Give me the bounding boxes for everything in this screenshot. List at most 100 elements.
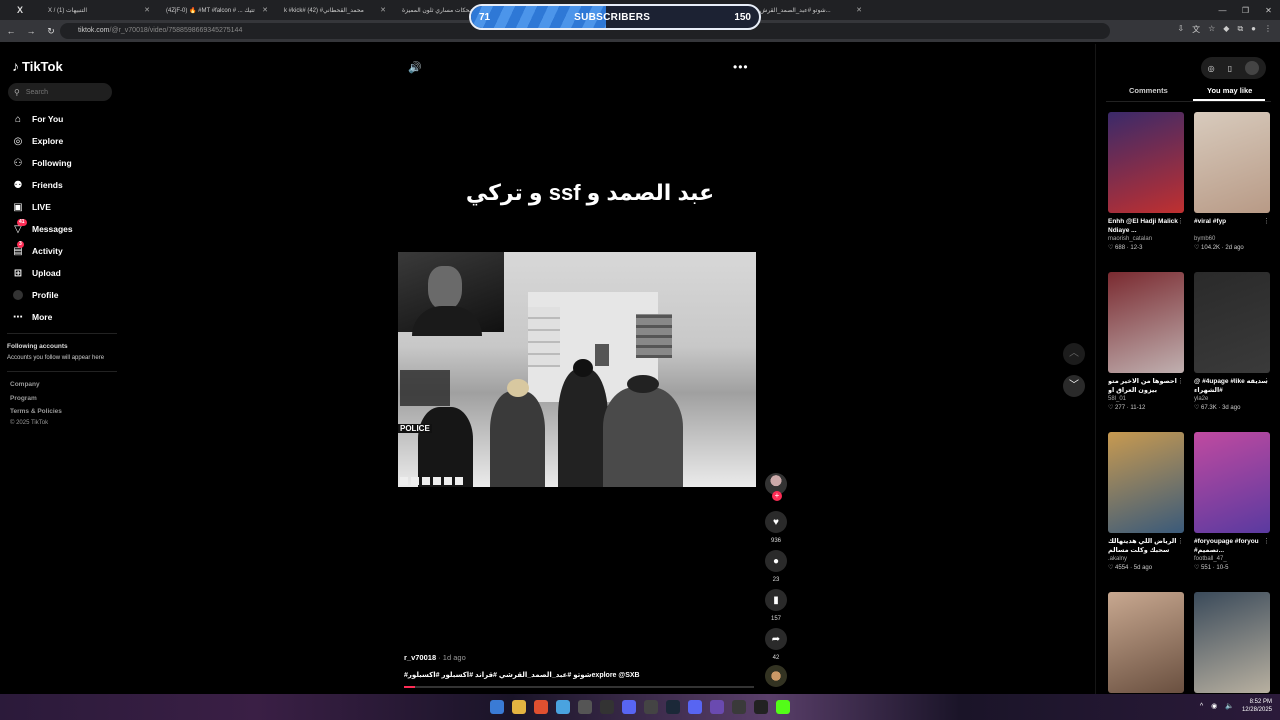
video-thumbnail[interactable]	[1108, 272, 1184, 373]
maximize-icon[interactable]: ❐	[1234, 6, 1257, 15]
recommended-video-card[interactable]: الرياض اللي هديتهالك سحبك وكلت مسالم .aka…	[1108, 432, 1184, 571]
next-video-button[interactable]: ﹀	[1063, 375, 1085, 397]
close-icon[interactable]: ✕	[856, 6, 862, 14]
sidebar-item-upload[interactable]: ⊞ Upload	[12, 266, 112, 280]
close-window-icon[interactable]: ✕	[1257, 6, 1280, 15]
footer-link-program[interactable]: Program	[10, 395, 37, 402]
sidebar-item-profile[interactable]: Profile	[12, 288, 112, 302]
minimize-icon[interactable]: —	[1211, 6, 1234, 15]
sidebar-item-friends[interactable]: ⚉ Friends	[12, 178, 112, 192]
video-thumbnail[interactable]	[1194, 272, 1270, 373]
tab-you-may-like[interactable]: You may like	[1207, 86, 1252, 95]
volume-tray-icon[interactable]: 🔈	[1225, 702, 1234, 710]
tiktok-logo[interactable]: ♪ TikTok	[12, 58, 63, 74]
close-icon[interactable]: ✕	[380, 6, 386, 14]
app-icon[interactable]	[710, 700, 724, 714]
sidebar-item-for-you[interactable]: ⌂ For You	[12, 112, 112, 126]
extension-icon[interactable]: ◆	[1223, 24, 1229, 35]
sidebar-item-messages[interactable]: ▽ 41 Messages	[12, 219, 112, 236]
tab-tiktok-active[interactable]: شوتو #عبد_الصمد_القرش... ✕	[752, 0, 870, 20]
video-thumbnail[interactable]	[1108, 112, 1184, 213]
app-icon[interactable]	[688, 700, 702, 714]
card-user[interactable]: yla2e	[1194, 396, 1270, 402]
video-thumbnail[interactable]	[1194, 432, 1270, 533]
back-icon[interactable]: ←	[6, 26, 16, 36]
more-options-icon[interactable]: •••	[733, 60, 749, 74]
app-icon[interactable]	[534, 700, 548, 714]
card-user[interactable]: .akalny	[1108, 556, 1184, 562]
comment-button[interactable]: ● 23	[763, 550, 789, 583]
kick-icon[interactable]	[776, 700, 790, 714]
search-input[interactable]: ⚲ Search	[8, 83, 112, 101]
phone-icon[interactable]: ▯	[1228, 64, 1232, 73]
windows-start-icon[interactable]	[490, 700, 504, 714]
card-more-icon[interactable]: ⋮	[1177, 377, 1184, 385]
sidebar-item-following[interactable]: ⚇ Following	[12, 156, 112, 170]
save-button[interactable]: ▮ 157	[763, 589, 789, 622]
video-player[interactable]: POLICE	[398, 252, 756, 487]
card-more-icon[interactable]: ⋮	[1263, 377, 1270, 385]
footer-link-terms[interactable]: Terms & Policies	[10, 408, 62, 415]
file-explorer-icon[interactable]	[512, 700, 526, 714]
profile-avatar-icon[interactable]: ●	[1251, 24, 1256, 35]
tab-x[interactable]: X	[0, 0, 40, 20]
discord-icon[interactable]	[622, 700, 636, 714]
sidebar-item-explore[interactable]: ◎ Explore	[12, 134, 112, 148]
footer-link-company[interactable]: Company	[10, 381, 40, 388]
card-more-icon[interactable]: ⋮	[1177, 217, 1184, 225]
user-avatar-icon[interactable]	[1245, 61, 1260, 75]
card-more-icon[interactable]: ⋮	[1177, 537, 1184, 545]
puzzle-icon[interactable]: ⧉	[1237, 24, 1243, 35]
app-icon[interactable]	[600, 700, 614, 714]
card-more-icon[interactable]: ⋮	[1263, 537, 1270, 545]
app-icon[interactable]	[644, 700, 658, 714]
sidebar-item-more[interactable]: ⋯ More	[12, 310, 112, 324]
app-icon[interactable]	[578, 700, 592, 714]
tab-tiktok-2[interactable]: k #kick# محمد_القحطاني# (42) ✕	[276, 0, 394, 20]
share-button[interactable]: ➦ 42	[763, 628, 789, 661]
author-name[interactable]: r_v70018	[404, 653, 436, 662]
recommended-video-card[interactable]	[1108, 592, 1184, 693]
chrome-icon[interactable]	[556, 700, 570, 714]
recommended-video-card[interactable]: #foryoupage #foryou #تصميم... football_47…	[1194, 432, 1270, 571]
video-thumbnail[interactable]	[1194, 592, 1270, 693]
steam-icon[interactable]	[666, 700, 680, 714]
sidebar-item-activity[interactable]: ▤ 3 Activity	[12, 241, 112, 258]
like-button[interactable]: ♥ 936	[763, 511, 789, 544]
recommended-video-card[interactable]: Enhh @El Hadji Malick Ndiaye ... maorish_…	[1108, 112, 1184, 251]
tab-comments[interactable]: Comments	[1129, 86, 1168, 95]
close-icon[interactable]: ✕	[144, 6, 150, 14]
recommended-video-card[interactable]: @ #4upage #like سديقه الشهراء# yla2e ♡ 67.…	[1194, 272, 1270, 411]
compass-icon[interactable]: ◎	[1208, 64, 1215, 73]
music-disc-icon[interactable]	[765, 665, 787, 687]
recommended-video-card[interactable]: #viral #fyp bymb60 ♡ 104.2K · 2d ago ⋮	[1194, 112, 1270, 251]
previous-video-button[interactable]: ︿	[1063, 343, 1085, 365]
clock[interactable]: 8:52 PM 12/28/2025	[1242, 698, 1272, 714]
volume-icon[interactable]: 🔊	[408, 61, 422, 74]
chevron-up-icon[interactable]: ^	[1200, 703, 1203, 710]
menu-icon[interactable]: ⋮	[1264, 24, 1272, 35]
follow-plus-icon[interactable]: +	[772, 491, 782, 501]
wifi-icon[interactable]: ◉	[1211, 702, 1217, 710]
install-icon[interactable]: ⇩	[1177, 24, 1184, 35]
card-more-icon[interactable]: ⋮	[1263, 217, 1270, 225]
tab-notifications[interactable]: X / (1) التنبيهات ✕	[40, 0, 158, 20]
app-icon[interactable]	[754, 700, 768, 714]
app-icon[interactable]	[732, 700, 746, 714]
recommended-video-card[interactable]: احصوها من الاخير متو بيزون العراق او الا…	[1108, 272, 1184, 411]
sidebar-item-live[interactable]: ▣ LIVE	[12, 200, 112, 214]
card-user[interactable]: bymb60	[1194, 236, 1270, 242]
video-thumbnail[interactable]	[1108, 432, 1184, 533]
tab-tiktok-1[interactable]: (4ZjF-0) 🔥 #MT #falcon # ... تتيك ✕	[158, 0, 276, 20]
close-icon[interactable]: ✕	[262, 6, 268, 14]
video-thumbnail[interactable]	[1194, 112, 1270, 213]
forward-icon[interactable]: →	[26, 26, 36, 36]
card-user[interactable]: football_47_	[1194, 556, 1270, 562]
card-user[interactable]: maorish_catalan	[1108, 236, 1184, 242]
video-thumbnail[interactable]	[1108, 592, 1184, 693]
star-icon[interactable]: ☆	[1208, 24, 1215, 35]
reload-icon[interactable]: ↻	[46, 26, 56, 37]
card-user[interactable]: 58l_01	[1108, 396, 1184, 402]
video-progress-bar[interactable]	[404, 686, 754, 688]
translate-icon[interactable]: 文	[1192, 24, 1200, 35]
